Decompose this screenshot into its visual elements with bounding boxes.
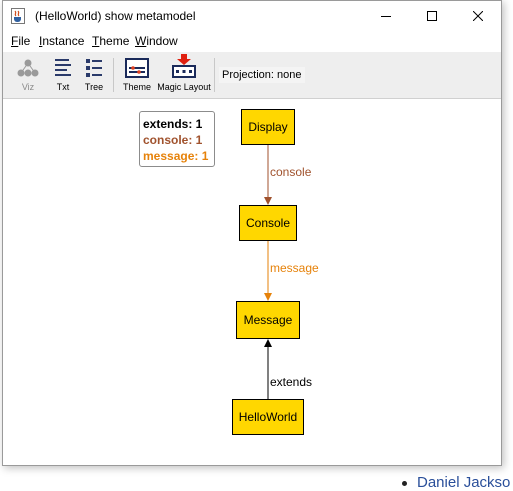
node-console[interactable]: Console: [239, 205, 297, 241]
relation-legend: extends: 1 console: 1 message: 1: [139, 111, 215, 167]
console-edge-arrowhead: [264, 197, 272, 205]
legend-console: console: 1: [143, 133, 203, 147]
bullet-icon: [402, 480, 407, 486]
background-bullet-text: Daniel Jackso: [417, 474, 511, 491]
metamodel-window: (HelloWorld) show metamodel File Instanc…: [2, 0, 502, 466]
extends-edge-arrowhead: [264, 339, 272, 347]
message-edge-label: message: [270, 261, 319, 275]
legend-message: message: 1: [143, 149, 209, 163]
legend-extends: extends: 1: [143, 117, 203, 131]
node-display[interactable]: Display: [241, 109, 295, 145]
node-message[interactable]: Message: [236, 301, 300, 339]
extends-edge-label: extends: [270, 375, 313, 389]
message-edge-arrowhead: [264, 293, 272, 301]
node-helloworld[interactable]: HelloWorld: [232, 399, 304, 435]
console-edge-label: console: [270, 165, 312, 179]
background-list-item: Daniel Jackso: [402, 474, 510, 491]
